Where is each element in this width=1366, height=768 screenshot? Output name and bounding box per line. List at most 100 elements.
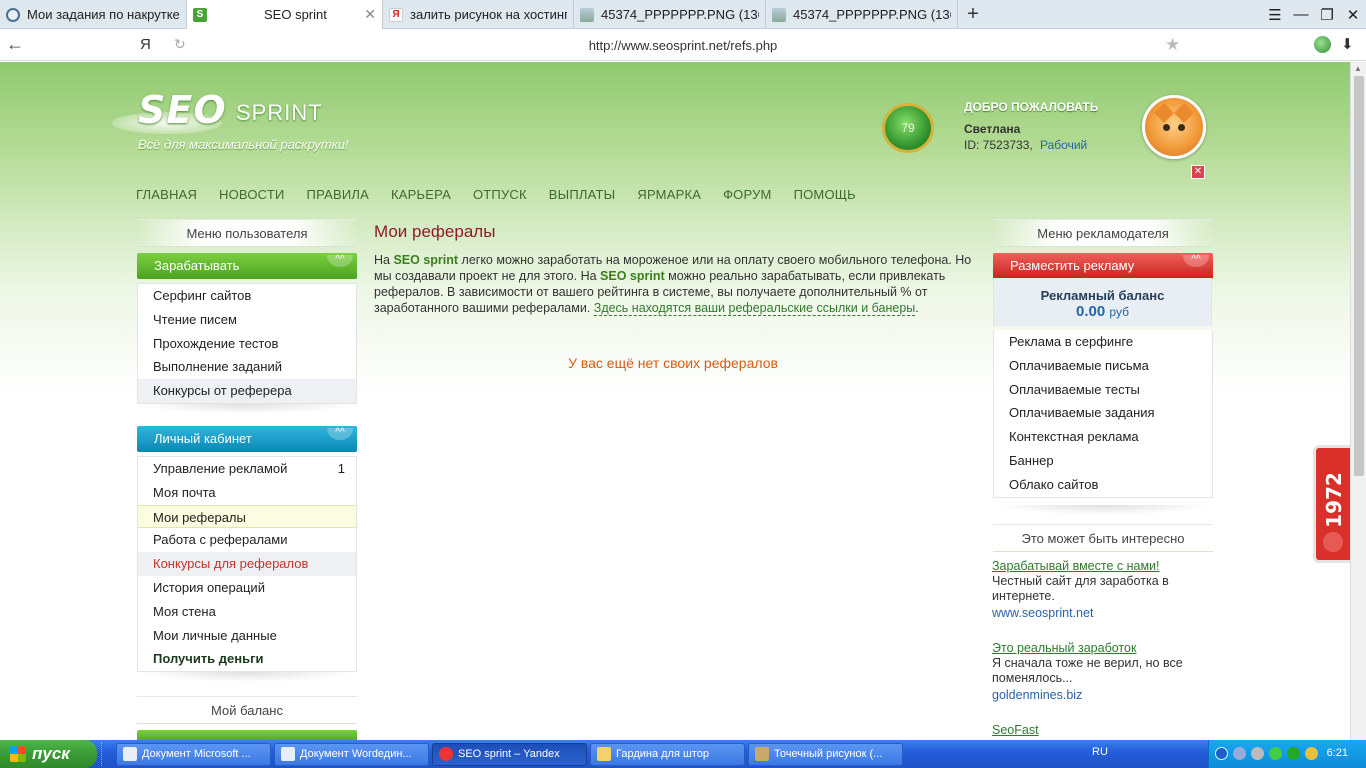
clock: 6:21 (1326, 747, 1348, 759)
language-indicator[interactable]: RU (1092, 746, 1108, 758)
menu-item-history[interactable]: История операций (138, 576, 356, 600)
spiral-icon (6, 7, 20, 22)
tab-image-1[interactable]: 45374_PPPPPPP.PNG (1366 (574, 0, 766, 29)
taskbar-button-folder[interactable]: Гардина для штор (590, 742, 745, 766)
ad-balance: Рекламный баланс 0.00 руб (993, 278, 1212, 326)
menu-item-tests[interactable]: Прохождение тестов (138, 332, 356, 356)
menu-item-my-wall[interactable]: Моя стена (138, 600, 356, 624)
page-viewport: SEO SPRINT Всё для максимальной раскрутк… (0, 62, 1350, 740)
nav-rules[interactable]: ПРАВИЛА (307, 187, 369, 202)
download-icon[interactable]: ⬇ (1341, 35, 1354, 53)
promo-title[interactable]: Зарабатывай вместе с нами! (992, 559, 1192, 574)
no-referrals-message: У вас ещё нет своих рефералов (568, 355, 778, 371)
nav-vacation[interactable]: ОТПУСК (473, 187, 527, 202)
user-status-link[interactable]: Рабочий (1040, 138, 1087, 152)
menu-item-banner[interactable]: Баннер (994, 449, 1212, 473)
my-balance-header: Мой баланс (137, 696, 357, 724)
menu-item-sites-cloud[interactable]: Облако сайтов (994, 473, 1212, 497)
yandex-browser-icon (439, 747, 453, 761)
nav-help[interactable]: ПОМОЩЬ (794, 187, 856, 202)
menu-item-referral-work[interactable]: Работа с рефералами (138, 528, 356, 552)
tab-image-2[interactable]: 45374_PPPPPPP.PNG (1366 (766, 0, 958, 29)
referral-links-link[interactable]: Здесь находятся ваши реферальские ссылки… (593, 301, 916, 316)
scroll-up-icon[interactable]: ▲ (1354, 64, 1362, 73)
taskbar: пуск Документ Microsoft ... Документ Wor… (0, 740, 1366, 768)
menu-item-withdraw[interactable]: Получить деньги (138, 647, 356, 671)
close-icon[interactable]: ✕ (1340, 6, 1366, 24)
menu-icon[interactable]: ☰ (1262, 6, 1288, 24)
page-scrollbar[interactable]: ▲ (1350, 62, 1366, 740)
menu-item-tasks[interactable]: Выполнение заданий (138, 355, 356, 379)
image-icon (580, 7, 594, 22)
promo-title[interactable]: SeoFast (992, 723, 1039, 738)
menu-item-ad-surfing[interactable]: Реклама в серфинге (994, 330, 1212, 354)
menu-item-paid-letters[interactable]: Оплачиваемые письма (994, 354, 1212, 378)
address-bar: ← Я ↻ http://www.seosprint.net/refs.php … (0, 29, 1366, 61)
menu-item-personal-data[interactable]: Мои личные данные (138, 624, 356, 648)
collapse-chevron-icon[interactable]: ^^ (327, 428, 353, 440)
taskbar-button-word-doc[interactable]: Документ Microsoft ... (116, 742, 271, 766)
restore-icon[interactable]: ❐ (1314, 6, 1340, 24)
close-icon[interactable]: ✕ (1191, 165, 1205, 179)
rating-badge[interactable]: 79 (882, 103, 934, 153)
taskbar-button-paint[interactable]: Точечный рисунок (... (748, 742, 903, 766)
referrals-description: На SEO sprint легко можно заработать на … (374, 253, 972, 316)
menu-item-paid-tasks[interactable]: Оплачиваемые задания (994, 401, 1212, 425)
menu-item-surfing[interactable]: Серфинг сайтов (138, 284, 356, 308)
promo-url[interactable]: www.seosprint.net (992, 606, 1192, 621)
side-widget[interactable]: 1972 (1313, 445, 1350, 563)
nav-forum[interactable]: ФОРУМ (723, 187, 771, 202)
menu-item-reading-mail[interactable]: Чтение писем (138, 308, 356, 332)
nav-payouts[interactable]: ВЫПЛАТЫ (549, 187, 616, 202)
cabinet-section-header[interactable]: Личный кабинет ^^ (137, 426, 357, 452)
start-button[interactable]: пуск (0, 740, 97, 768)
yandex-favicon-icon: Я (389, 7, 403, 22)
seosprint-favicon-icon: S (193, 7, 207, 22)
new-tab-button[interactable]: + (958, 0, 988, 29)
avatar[interactable] (1142, 95, 1206, 159)
minimize-icon[interactable]: — (1288, 6, 1314, 23)
menu-item-my-mail[interactable]: Моя почта (138, 481, 356, 505)
close-icon[interactable]: ✕ (364, 6, 376, 23)
tray-app-icon[interactable] (1305, 747, 1318, 760)
url-field[interactable]: http://www.seosprint.net/refs.php (0, 38, 1366, 53)
tab-my-tasks[interactable]: Мои задания по накрутке (0, 0, 187, 29)
menu-item-my-referrals[interactable]: Мои рефералы (138, 504, 356, 529)
tray-arrow-icon[interactable] (1215, 747, 1228, 760)
image-icon (772, 7, 786, 22)
antivirus-icon[interactable] (1269, 747, 1282, 760)
globe-icon[interactable] (1314, 36, 1331, 53)
collapse-chevron-icon[interactable]: ^^ (1183, 255, 1209, 267)
utorrent-icon[interactable] (1287, 747, 1300, 760)
tab-upload-image[interactable]: Я залить рисунок на хостинг (383, 0, 574, 29)
network-icon[interactable] (1233, 747, 1246, 760)
promo-url[interactable]: goldenmines.biz (992, 688, 1192, 703)
nav-home[interactable]: ГЛАВНАЯ (136, 187, 197, 202)
nav-fair[interactable]: ЯРМАРКА (637, 187, 701, 202)
welcome-text: ДОБРО ПОЖАЛОВАТЬ (964, 100, 1099, 114)
nav-career[interactable]: КАРЬЕРА (391, 187, 451, 202)
word-icon (281, 747, 295, 761)
bookmark-star-icon[interactable]: ★ (1165, 35, 1180, 55)
scrollbar-thumb[interactable] (1354, 76, 1364, 476)
volume-icon[interactable] (1251, 747, 1264, 760)
tab-bar: Мои задания по накрутке S SEO sprint ✕ Я… (0, 0, 1366, 29)
window-controls: ☰ — ❐ ✕ (1262, 0, 1366, 29)
menu-item-paid-tests[interactable]: Оплачиваемые тесты (994, 378, 1212, 402)
tab-seo-sprint[interactable]: S SEO sprint ✕ (187, 0, 383, 29)
promo-title[interactable]: Это реальный заработок (992, 641, 1192, 656)
menu-item-context-ads[interactable]: Контекстная реклама (994, 425, 1212, 449)
taskbar-button-browser[interactable]: SEO sprint – Yandex (432, 742, 587, 766)
user-menu-header: Меню пользователя (137, 219, 357, 247)
promo-block: Зарабатывай вместе с нами! Честный сайт … (992, 559, 1192, 621)
nav-news[interactable]: НОВОСТИ (219, 187, 285, 202)
menu-item-referrer-contests[interactable]: Конкурсы от реферера (138, 379, 356, 403)
earn-section-header[interactable]: Зарабатывать ^^ (137, 253, 357, 279)
earn-menu: Серфинг сайтов Чтение писем Прохождение … (137, 283, 357, 404)
site-logo[interactable]: SEO SPRINT Всё для максимальной раскрутк… (112, 88, 372, 158)
menu-item-referral-contests[interactable]: Конкурсы для рефералов (138, 552, 356, 576)
place-ad-header[interactable]: Разместить рекламу ^^ (993, 253, 1213, 279)
collapse-chevron-icon[interactable]: ^^ (327, 255, 353, 267)
taskbar-button-word-doc-2[interactable]: Документ Wordедин... (274, 742, 429, 766)
menu-item-ad-management[interactable]: Управление рекламой 1 (138, 457, 356, 481)
